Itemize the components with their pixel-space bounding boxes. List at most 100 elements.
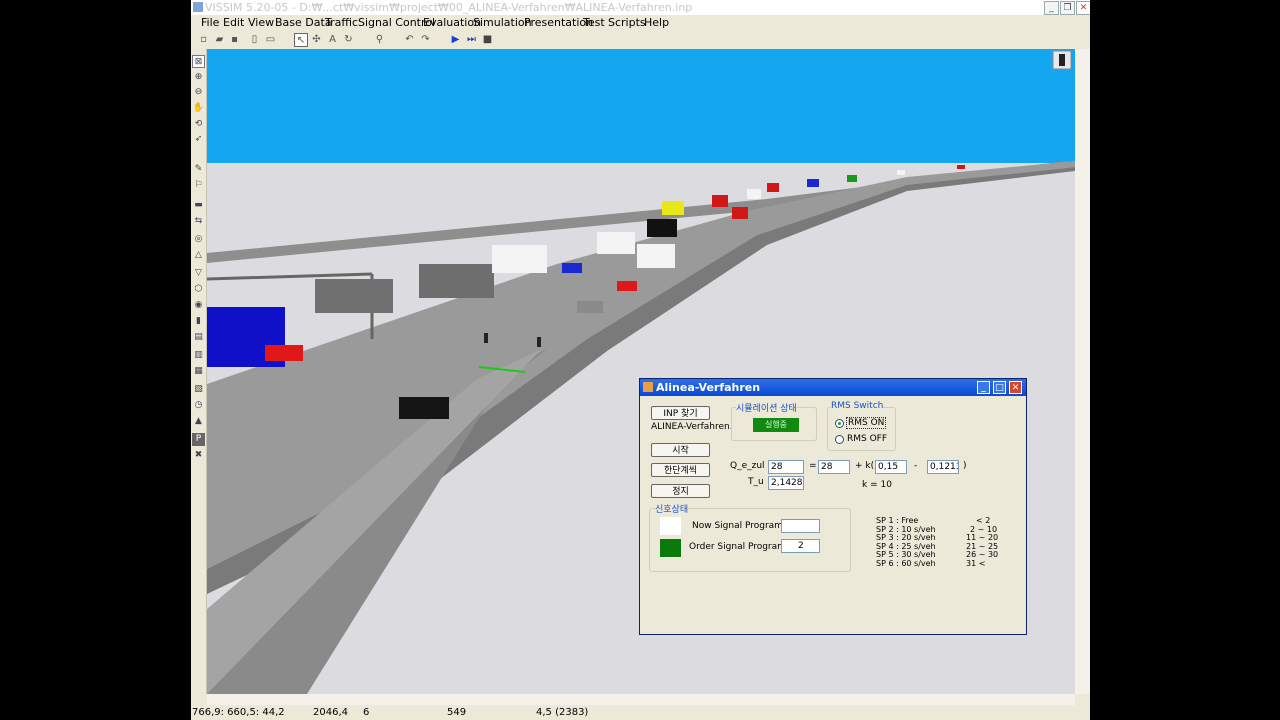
delete-icon[interactable]: ✖ bbox=[192, 449, 205, 462]
node-icon[interactable]: ◷ bbox=[192, 399, 205, 412]
travel-time-icon[interactable]: ▲ bbox=[192, 415, 205, 428]
t-input[interactable]: 2,142857 bbox=[768, 476, 804, 490]
fly-icon[interactable]: ➶ bbox=[192, 133, 205, 146]
maximize-button[interactable]: ❐ bbox=[1060, 1, 1075, 15]
menu-bar: File Edit View Base Data Traffic Signal … bbox=[191, 15, 1090, 31]
stop-icon[interactable]: ■ bbox=[481, 33, 494, 46]
zoom-out-icon[interactable]: ⊖ bbox=[192, 86, 205, 99]
select-arrow-icon[interactable]: ↖ bbox=[294, 33, 308, 47]
horizontal-scrollbar[interactable] bbox=[207, 694, 1075, 705]
minimize-button[interactable]: _ bbox=[1044, 1, 1059, 15]
k-input-2[interactable]: 0,1213 bbox=[927, 460, 959, 474]
conflict-icon[interactable]: ◉ bbox=[192, 299, 205, 312]
rotate-icon[interactable]: ⟲ bbox=[192, 118, 205, 131]
link-tool-icon[interactable]: ✎ bbox=[192, 163, 205, 176]
pan-hand-icon[interactable]: ✋ bbox=[192, 102, 205, 115]
close-paren: ) bbox=[963, 461, 967, 471]
menu-view[interactable]: View bbox=[248, 16, 274, 29]
step-button[interactable]: 한단계씩 bbox=[651, 463, 710, 477]
preview-icon[interactable]: ▯ bbox=[248, 33, 261, 46]
order-signal-swatch bbox=[660, 539, 681, 557]
route-icon[interactable]: ⇆ bbox=[192, 215, 205, 228]
open-file-icon[interactable]: ▰ bbox=[213, 33, 226, 46]
yield-icon[interactable]: ▽ bbox=[192, 267, 205, 280]
now-signal-input[interactable] bbox=[781, 519, 820, 533]
vertical-scrollbar[interactable] bbox=[1075, 49, 1090, 694]
refresh-icon[interactable]: ↻ bbox=[342, 33, 355, 46]
car-gray bbox=[577, 301, 603, 313]
play-icon[interactable]: ▶ bbox=[449, 33, 462, 46]
pedestrian-icon[interactable]: ⚲ bbox=[373, 33, 386, 46]
rms-on-label[interactable]: RMS ON bbox=[846, 417, 887, 429]
parking-icon[interactable]: P bbox=[192, 433, 205, 446]
priority-rule-icon[interactable]: △ bbox=[192, 249, 205, 262]
sp-range: 31 < bbox=[966, 558, 986, 568]
truck-white bbox=[747, 189, 761, 199]
truck-red bbox=[712, 195, 728, 207]
car-red bbox=[617, 281, 637, 291]
new-file-icon[interactable]: ▫ bbox=[197, 33, 210, 46]
bus-route-icon[interactable]: ▦ bbox=[192, 365, 205, 378]
file-name-label: ALINEA-Verfahren.ir bbox=[651, 422, 731, 432]
status-field-4: 549 bbox=[447, 707, 467, 718]
t-label: T_u bbox=[748, 477, 764, 487]
traffic-light-glyph bbox=[1059, 54, 1065, 66]
menu-scripts[interactable]: Scripts bbox=[608, 16, 646, 29]
sim-state-label: 시뮬레이션 상태 bbox=[736, 401, 797, 414]
truck-white bbox=[897, 170, 905, 175]
save-icon[interactable]: ▪ bbox=[228, 33, 241, 46]
q-input[interactable]: 28 bbox=[768, 460, 804, 474]
transit-stop-icon[interactable]: ▥ bbox=[192, 349, 205, 362]
k-input-1[interactable]: 0,15 bbox=[875, 460, 907, 474]
menu-file[interactable]: File bbox=[201, 16, 219, 29]
stop-sign-icon[interactable]: ⬡ bbox=[192, 283, 205, 296]
window-title: VISSIM 5.20-05 - D:₩...ct₩vissim₩project… bbox=[205, 1, 693, 14]
plus-k-label: + k( bbox=[855, 461, 875, 471]
menu-edit[interactable]: Edit bbox=[223, 16, 244, 29]
car-red bbox=[265, 345, 303, 361]
menu-test[interactable]: Test bbox=[583, 16, 605, 29]
close-button[interactable]: ✕ bbox=[1076, 1, 1090, 15]
step-forward-icon[interactable]: ⏭ bbox=[465, 33, 478, 46]
dialog-title: Alinea-Verfahren bbox=[656, 381, 761, 394]
dialog-maximize-button[interactable]: □ bbox=[993, 381, 1006, 394]
pin-icon[interactable]: ⚐ bbox=[192, 179, 205, 192]
zoom-all-icon[interactable]: ⊠ bbox=[192, 55, 205, 68]
dialog-minimize-button[interactable]: _ bbox=[977, 381, 990, 394]
rms-switch-label: RMS Switch bbox=[831, 401, 884, 411]
start-button[interactable]: 시작 bbox=[651, 443, 710, 457]
rotate-view-icon[interactable]: ✣ bbox=[310, 33, 323, 46]
undo-icon[interactable]: ↶ bbox=[403, 33, 416, 46]
vehicle-input-icon[interactable]: ▬ bbox=[192, 199, 205, 212]
rms-on-radio[interactable] bbox=[835, 419, 844, 428]
menu-help[interactable]: Help bbox=[644, 16, 669, 29]
stop-button[interactable]: 정지 bbox=[651, 484, 710, 498]
parking-lot-icon[interactable]: ▧ bbox=[192, 383, 205, 396]
sp-row: SP 6 : 60 s/veh 31 < bbox=[876, 558, 1016, 569]
detector-icon[interactable]: ▤ bbox=[192, 331, 205, 344]
dialog-close-button[interactable]: ✕ bbox=[1009, 381, 1022, 394]
status-bar: 766,9: 660,5: 44,2 2046,4 6 549 4,5 (238… bbox=[191, 705, 1090, 720]
sp-table: SP 1 : Free < 2 SP 2 : 10 s/veh 2 ~ 10 SP … bbox=[876, 516, 1016, 569]
menu-simulation[interactable]: Simulation bbox=[473, 16, 532, 29]
inp-find-button[interactable]: INP 찾기 bbox=[651, 406, 710, 420]
truck-white bbox=[637, 244, 675, 268]
status-field-5: 4,5 (2383) bbox=[536, 707, 589, 718]
menu-base-data[interactable]: Base Data bbox=[275, 16, 332, 29]
print-icon[interactable]: ▭ bbox=[264, 33, 277, 46]
sky bbox=[207, 49, 1075, 163]
q-input-2[interactable]: 28 bbox=[818, 460, 850, 474]
rms-off-radio[interactable] bbox=[835, 435, 844, 444]
speed-decision-icon[interactable]: ◎ bbox=[192, 233, 205, 246]
menu-traffic[interactable]: Traffic bbox=[325, 16, 358, 29]
truck-red bbox=[957, 165, 965, 169]
order-signal-input[interactable]: 2 bbox=[781, 539, 820, 553]
redo-icon[interactable]: ↷ bbox=[419, 33, 432, 46]
truck-gray bbox=[315, 279, 393, 313]
signal-head-icon[interactable]: ▮ bbox=[192, 315, 205, 328]
signal-head bbox=[537, 337, 541, 347]
rms-off-label[interactable]: RMS OFF bbox=[847, 434, 887, 444]
label-icon[interactable]: A bbox=[326, 33, 339, 46]
sp-name: SP 6 : 60 s/veh bbox=[876, 558, 936, 568]
zoom-in-icon[interactable]: ⊕ bbox=[192, 71, 205, 84]
